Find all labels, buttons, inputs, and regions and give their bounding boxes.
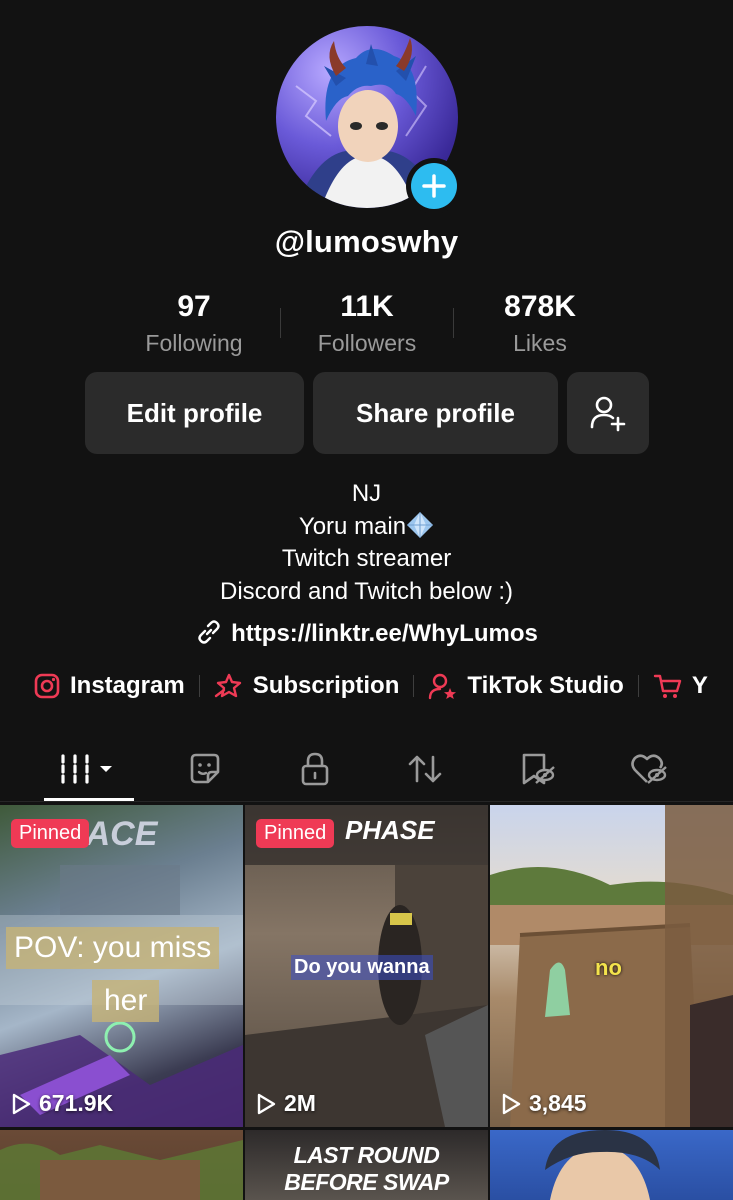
shop-cart-icon <box>653 674 682 698</box>
video-caption: no <box>595 955 622 980</box>
social-link-label: Subscription <box>252 672 400 699</box>
view-count-value: 3,845 <box>529 1090 587 1116</box>
tab-liked[interactable] <box>614 738 684 800</box>
video-thumbnail[interactable] <box>490 1130 733 1200</box>
video-caption: POV: you miss <box>6 927 220 969</box>
view-count-value: 671.9K <box>39 1090 114 1116</box>
pinned-badge: Pinned <box>256 819 335 848</box>
username: @lumoswhy <box>274 224 459 259</box>
repost-icon <box>408 755 442 783</box>
stat-followers[interactable]: 11K Followers <box>281 290 453 362</box>
video-caption: LAST ROUND BEFORE SWAP <box>284 1142 449 1195</box>
video-thumbnail[interactable] <box>0 1130 243 1200</box>
view-count: 671.9K <box>10 1090 113 1117</box>
crystal-emoji-icon <box>407 511 434 538</box>
stat-following[interactable]: 97 Following <box>108 290 280 362</box>
social-link-label: Y <box>691 672 708 699</box>
social-link-subscription[interactable]: Subscription <box>214 672 400 700</box>
view-count-value: 2M <box>284 1090 316 1116</box>
stat-label: Followers <box>317 330 417 356</box>
lock-icon <box>301 752 329 786</box>
tab-reposts[interactable] <box>390 738 460 800</box>
tiktok-studio-icon <box>429 673 457 700</box>
add-photo-button[interactable] <box>406 158 462 214</box>
stat-likes[interactable]: 878K Likes <box>454 290 626 362</box>
subscription-icon <box>214 673 241 698</box>
profile-avatar-container[interactable] <box>276 26 462 214</box>
social-link-label: Instagram <box>70 672 185 699</box>
bio-line-with-emoji: Yoru main <box>0 511 733 544</box>
social-link-tiktok-studio[interactable]: TikTok Studio <box>428 672 624 700</box>
view-count: 2M <box>255 1090 316 1117</box>
video-thumbnail[interactable]: no 3,845 <box>490 805 733 1127</box>
social-link-shop[interactable]: Y <box>653 672 708 700</box>
video-caption: Do you wanna <box>291 955 433 980</box>
play-icon <box>257 1093 276 1114</box>
sticker-icon <box>190 753 220 784</box>
social-link-instagram[interactable]: Instagram <box>33 672 185 700</box>
link-icon <box>198 620 220 644</box>
bio-line: NJ <box>351 480 382 507</box>
play-icon <box>12 1093 31 1114</box>
view-count: 3,845 <box>500 1090 587 1117</box>
bio-link[interactable]: https://linktr.ee/WhyLumos <box>0 618 733 648</box>
share-profile-button[interactable]: Share profile <box>313 372 558 454</box>
video-thumbnail[interactable]: PHASE Pinned Do you wanna 2M <box>245 805 488 1127</box>
social-link-label: TikTok Studio <box>467 672 624 699</box>
divider <box>637 675 639 697</box>
bio-line: Discord and Twitch below :) <box>219 577 513 605</box>
bio-line: Twitch streamer <box>281 545 452 572</box>
stat-label: Likes <box>513 330 567 356</box>
video-thumbnail[interactable]: ACE Pinned POV: you miss her 671.9K <box>0 805 243 1127</box>
hud-text: PHASE <box>345 815 435 845</box>
stat-value: 878K <box>504 290 576 323</box>
divider <box>198 675 200 697</box>
play-icon <box>502 1093 521 1114</box>
active-tab-indicator <box>44 798 134 801</box>
video-caption: her <box>92 980 160 1022</box>
profile-actions: Edit profile Share profile <box>85 372 649 454</box>
divider <box>413 675 415 697</box>
tab-videos[interactable] <box>44 738 134 800</box>
instagram-icon <box>34 673 60 699</box>
add-friend-icon <box>590 396 626 432</box>
bio-line: Yoru main <box>298 512 407 540</box>
plus-icon <box>422 174 446 198</box>
social-links-row: Instagram Subscription TikTok Studio Y <box>33 672 708 700</box>
pinned-badge: Pinned <box>11 819 90 848</box>
video-thumbnail[interactable]: LAST ROUND BEFORE SWAP <box>245 1130 488 1200</box>
edit-profile-button[interactable]: Edit profile <box>85 372 304 454</box>
tab-private[interactable] <box>280 738 350 800</box>
videos-grid-icon <box>61 754 112 784</box>
stat-value: 97 <box>177 290 211 323</box>
video-frame-art <box>545 1130 660 1200</box>
liked-icon <box>631 754 667 784</box>
tab-stickers[interactable] <box>170 738 240 800</box>
add-friend-button[interactable] <box>567 372 649 454</box>
stat-value: 11K <box>340 290 394 323</box>
favorites-icon <box>522 753 555 785</box>
link-text: https://linktr.ee/WhyLumos <box>231 620 538 647</box>
stat-label: Following <box>145 330 243 356</box>
bio: NJ Yoru main Twitch streamer Discord and… <box>0 478 733 608</box>
profile-stats: 97 Following 11K Followers 878K Likes <box>108 290 626 362</box>
tab-favorites[interactable] <box>502 738 572 800</box>
video-frame-art <box>0 1140 243 1200</box>
content-tabs <box>0 738 733 802</box>
